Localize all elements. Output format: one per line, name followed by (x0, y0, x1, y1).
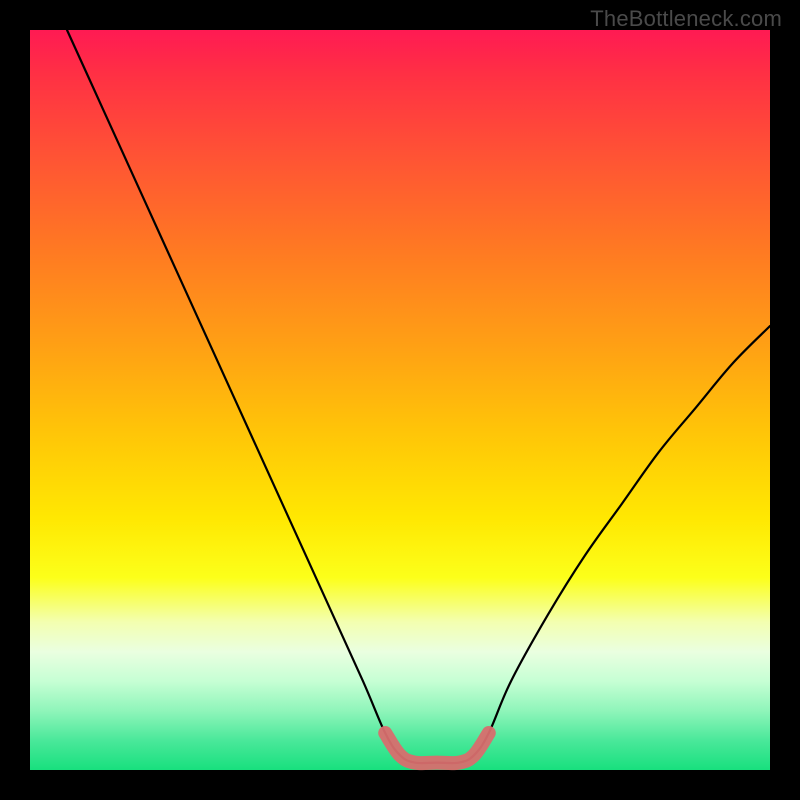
chart-frame: TheBottleneck.com (0, 0, 800, 800)
chart-svg (30, 30, 770, 770)
bottleneck-main-curve (67, 30, 770, 763)
bottleneck-highlight-range (385, 733, 489, 763)
chart-plot-area (30, 30, 770, 770)
watermark-text: TheBottleneck.com (590, 6, 782, 32)
